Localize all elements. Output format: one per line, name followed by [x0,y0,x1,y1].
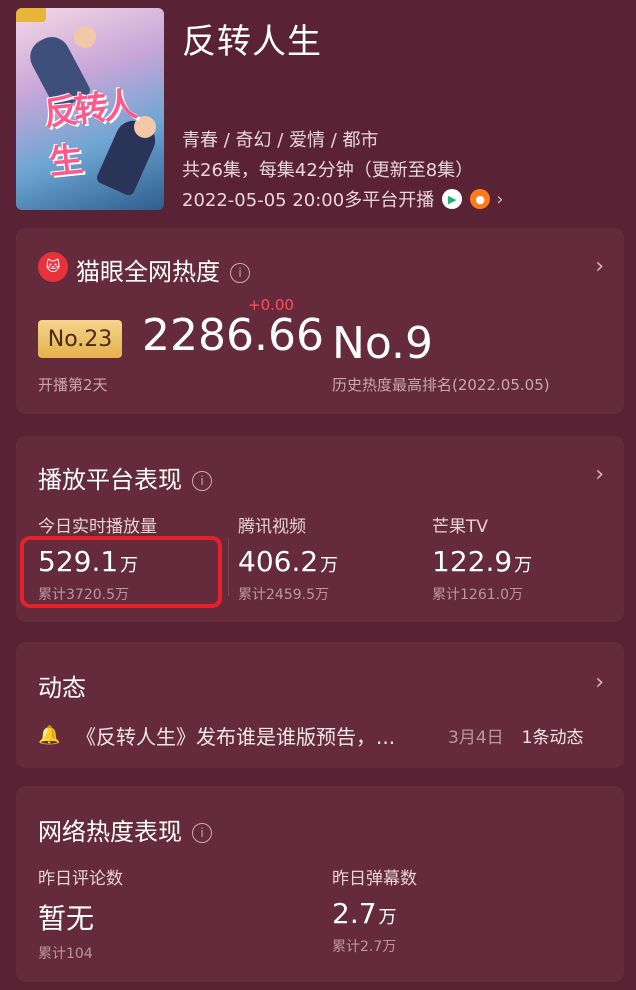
stat-total: 累计104 [38,946,93,962]
show-episodes: 共26集，每集42分钟（更新至8集） [182,160,474,181]
stat-number: 暂无 [38,902,95,935]
release-row[interactable]: 2022-05-05 20:00多平台开播 ▶ ● › [182,186,503,212]
release-info: 2022-05-05 20:00多平台开播 [182,190,435,211]
stat-label: 昨日弹幕数 [332,869,417,889]
stat-number: 122.9 [432,545,513,578]
platform-card[interactable]: 播放平台表现 i › 今日实时播放量 529.1 万 累计3720.5万 腾讯视频 … [16,436,624,622]
heat-card-title-text: 猫眼全网热度 [76,258,220,286]
show-header: 反转人生 反转人生 青春 / 奇幻 / 爱情 / 都市 共26集，每集42分钟（… [0,0,636,226]
stat-unit: 万 [320,555,339,576]
stat-unit: 万 [378,907,397,928]
poster-image[interactable]: 反转人生 [16,8,164,210]
chevron-right-icon[interactable]: › [595,254,604,279]
best-rank-note: 历史热度最高排名(2022.05.05) [332,376,550,394]
stat-value: 暂无 [38,897,123,937]
best-rank: No.9 [332,318,434,369]
chevron-right-icon[interactable]: › [595,462,604,487]
stat-total: 累计1261.0万 [432,587,523,603]
network-card: 网络热度表现 i 昨日评论数 暂无 累计104 昨日弹幕数 2.7 万 累计2.7万 [16,786,624,982]
poster-badge [16,8,46,22]
stat-value: 2.7 万 [332,897,417,930]
network-card-title: 网络热度表现 i [38,812,212,847]
stat-total: 累计2.7万 [332,939,397,955]
news-card-title: 动态 [38,674,86,702]
stat-label: 今日实时播放量 [38,517,157,537]
divider [228,538,229,596]
tencent-video-icon: ▶ [442,189,463,209]
poster-figure-head [74,26,96,48]
stat-label: 腾讯视频 [238,517,306,537]
news-item[interactable]: 🔔 《反转人生》发布谁是谁版预告，... 3月4日 1条动态 [38,722,604,749]
info-icon[interactable]: i [192,823,212,843]
news-count[interactable]: 1条动态 [522,723,584,748]
heat-card-title: 猫眼全网热度 i [76,252,250,287]
poster-logo: 反转人生 [42,84,136,183]
heat-card[interactable]: 🐱 猫眼全网热度 i › No.23 +0.00 2286.66 No.9 开播第… [16,228,624,414]
stat-label: 芒果TV [432,517,489,537]
stat-total: 累计2459.5万 [238,587,329,603]
stat-value: 122.9 万 [432,545,532,578]
maoyan-cat-icon: 🐱 [38,252,68,282]
news-card[interactable]: 动态 › 🔔 《反转人生》发布谁是谁版预告，... 3月4日 1条动态 [16,642,624,768]
rank-badge: No.23 [38,320,122,358]
show-title: 反转人生 [182,22,322,62]
info-icon[interactable]: i [192,471,212,491]
network-card-title-text: 网络热度表现 [38,818,182,846]
since-start: 开播第2天 [38,376,108,394]
show-genres: 青春 / 奇幻 / 爱情 / 都市 [182,130,379,151]
stat-number: 2.7 [332,897,377,930]
mango-tv-icon: ● [470,189,491,209]
heat-value: 2286.66 [142,310,324,361]
stat-mango-tv: 芒果TV 122.9 万 累计1261.0万 [432,512,532,604]
news-date: 3月4日 [448,727,504,748]
info-icon[interactable]: i [230,263,250,283]
news-text: 《反转人生》发布谁是谁版预告，... [76,724,396,749]
stat-tencent-video: 腾讯视频 406.2 万 累计2459.5万 [238,512,338,604]
bell-icon: 🔔 [38,724,61,746]
stat-unit: 万 [514,555,533,576]
stat-comments: 昨日评论数 暂无 累计104 [38,864,123,963]
stat-danmaku: 昨日弹幕数 2.7 万 累计2.7万 [332,864,417,956]
platform-card-title: 播放平台表现 i [38,460,212,495]
chevron-right-icon[interactable]: › [595,670,604,695]
stat-number: 406.2 [238,545,319,578]
chevron-right-icon: › [496,188,504,210]
stat-value: 406.2 万 [238,545,338,578]
platform-card-title-text: 播放平台表现 [38,466,182,494]
highlight-box [20,536,222,608]
stat-label: 昨日评论数 [38,869,123,889]
